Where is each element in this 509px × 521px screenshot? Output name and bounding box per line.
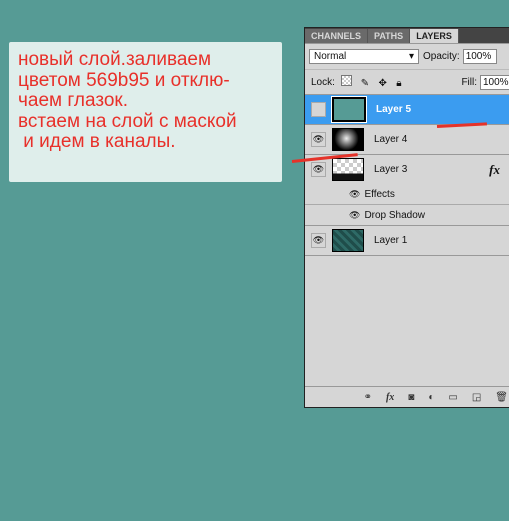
lock-icon[interactable]: 🔒︎ [396, 78, 405, 89]
blend-mode-value: Normal [314, 51, 347, 62]
layer-thumbnail [332, 128, 364, 151]
layer-thumbnail [332, 229, 364, 252]
new-layer-icon[interactable]: ◲ [472, 392, 481, 403]
visibility-toggle-empty[interactable] [311, 102, 326, 117]
layer-name: Layer 1 [374, 235, 408, 246]
layer-name: Layer 4 [374, 134, 408, 145]
mask-icon[interactable]: ◙ [408, 392, 414, 403]
drop-shadow-row[interactable]: 👁︎ Drop Shadow [305, 204, 509, 226]
layer-name: Layer 5 [376, 104, 412, 115]
eye-icon[interactable]: 👁︎ [311, 162, 326, 177]
layer-row-layer-1[interactable]: 👁︎ Layer 1 [305, 226, 509, 256]
effects-row[interactable]: 👁︎ Effects [305, 184, 509, 204]
layer-row-layer-3[interactable]: 👁︎ Layer 3 fx [305, 155, 509, 184]
eye-icon[interactable]: 👁︎ [349, 210, 360, 221]
effect-name: Drop Shadow [364, 209, 426, 221]
opacity-label: Opacity: [423, 51, 460, 62]
eye-icon[interactable]: 👁︎ [311, 132, 326, 147]
lock-transparency-icon[interactable] [340, 75, 352, 86]
layer-thumbnail [332, 158, 364, 181]
opacity-input[interactable]: 100% [462, 49, 497, 64]
tab-channels[interactable]: CHANNELS [305, 29, 369, 43]
link-icon[interactable]: ⚭ [364, 392, 372, 403]
fill-label: Fill: [461, 76, 477, 88]
tab-layers[interactable]: LAYERS [410, 29, 459, 43]
trash-icon[interactable]: 🗑︎ [495, 392, 508, 403]
eye-icon[interactable]: 👁︎ [349, 189, 360, 200]
tab-paths[interactable]: PATHS [368, 29, 411, 43]
fx-icon[interactable]: fx [489, 162, 500, 178]
layer-row-layer-5[interactable]: Layer 5 [305, 95, 509, 125]
move-icon[interactable]: ✥ [378, 78, 387, 89]
adjustment-icon[interactable]: ◐ [428, 392, 434, 403]
layer-name: Layer 3 [374, 164, 408, 175]
layers-panel: CHANNELS PATHS LAYERS Normal ▾ Opacity: 1… [304, 27, 509, 408]
panel-bottom-toolbar: ⚭ fx ◙ ◐ ▭ ◲ 🗑︎ [305, 386, 509, 407]
blend-mode-select[interactable]: Normal ▾ [309, 49, 419, 64]
eye-icon[interactable]: 👁︎ [311, 233, 326, 248]
fill-input[interactable]: 100% [480, 74, 509, 90]
chevron-down-icon: ▾ [408, 51, 414, 62]
lock-label: Lock: [311, 76, 335, 88]
fx-icon[interactable]: fx [386, 392, 394, 403]
effects-label: Effects [364, 188, 395, 200]
instruction-note: новый слой.заливаем цветом 569b95 и откл… [9, 42, 282, 182]
folder-icon[interactable]: ▭ [448, 392, 457, 403]
brush-icon[interactable]: ✎ [361, 78, 370, 89]
layer-row-layer-4[interactable]: 👁︎ Layer 4 [305, 125, 509, 155]
layer-thumbnail [331, 96, 367, 123]
